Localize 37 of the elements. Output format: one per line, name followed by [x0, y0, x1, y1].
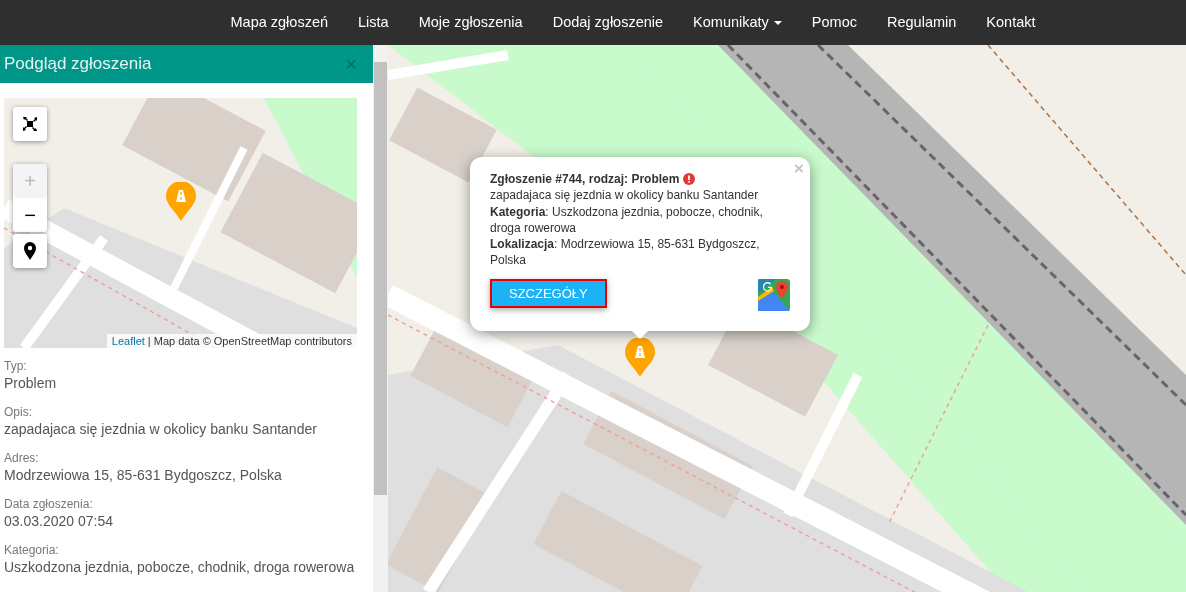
nav-link[interactable]: Kontakt — [971, 0, 1051, 45]
fullscreen-icon — [23, 117, 37, 131]
field-label: Typ: — [4, 358, 28, 374]
field-label: Data zgłoszenia: — [4, 496, 94, 512]
field-label: Adres: — [4, 450, 40, 466]
fullscreen-button[interactable] — [13, 107, 47, 141]
popup-text: Lokalizacja: Modrzewiowa 15, 85-631 Bydgoszcz, Polska — [490, 236, 761, 269]
popup-text: zapadajaca się jezdnia w okolicy banku Santander — [490, 187, 760, 204]
nav-link[interactable]: Regulamin — [872, 0, 972, 45]
field-label: Kategoria: — [4, 542, 60, 558]
popup-text: Kategoria: Uszkodzona jezdnia, pobocze, chodnik, droga rowerowa — [490, 203, 764, 237]
popup-title: Zgłoszenie #744, rodzaj: Problem — [490, 171, 680, 188]
scrollbar-thumb[interactable] — [374, 62, 387, 495]
caret-icon — [773, 20, 782, 25]
google-maps-icon[interactable] — [758, 278, 790, 311]
field-value: Uszkodzona jezdnia, pobocze, chodnik, droga rowerowa — [4, 558, 356, 576]
nav-link[interactable]: Pomoc — [796, 0, 872, 45]
field-value: Modrzewiowa 15, 85-631 Bydgoszcz, Polska — [4, 466, 283, 484]
location-pin-icon — [24, 242, 36, 260]
locate-button[interactable] — [13, 234, 47, 268]
nav-link[interactable]: Dodaj zgłoszenie — [537, 0, 679, 45]
alert-icon — [683, 173, 696, 186]
panel-title: Podgląd zgłoszenia — [4, 54, 152, 74]
nav-link[interactable]: Lista — [343, 0, 404, 45]
nav-dropdown[interactable]: Komunikaty — [678, 0, 797, 45]
field-label: Opis: — [4, 404, 33, 420]
field-value: Problem — [4, 374, 58, 392]
nav-link[interactable]: Moje zgłoszenia — [403, 0, 538, 45]
zoom-out-button[interactable]: − — [13, 198, 47, 232]
nav-link[interactable]: Mapa zgłoszeń — [215, 0, 344, 45]
field-value: 03.03.2020 07:54 — [4, 512, 114, 530]
scrollbar[interactable] — [373, 45, 388, 592]
road-marker-pin[interactable] — [625, 338, 655, 378]
field-value: zapadajaca się jezdnia w okolicy banku Santander — [4, 420, 318, 438]
attribution-text: | Map data © OpenStreetMap contributors — [147, 335, 352, 347]
road-marker-pin[interactable] — [166, 182, 196, 222]
leaflet-link[interactable]: Leaflet — [111, 335, 145, 347]
